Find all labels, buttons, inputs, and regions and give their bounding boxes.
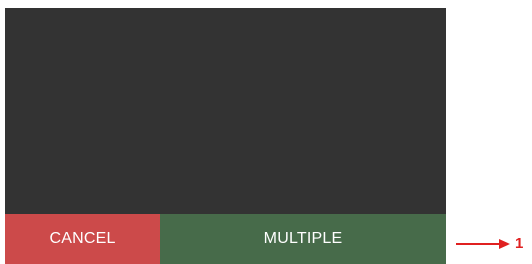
callout-label: 1 bbox=[515, 235, 524, 252]
action-bar: CANCEL MULTIPLE bbox=[5, 214, 446, 264]
callout-annotation: 1 bbox=[456, 234, 523, 254]
app-screen: CANCEL MULTIPLE bbox=[5, 8, 446, 264]
figure: CANCEL MULTIPLE 1 bbox=[0, 0, 532, 264]
arrow-right-icon bbox=[456, 239, 510, 249]
multiple-button[interactable]: MULTIPLE bbox=[160, 214, 446, 264]
cancel-button[interactable]: CANCEL bbox=[5, 214, 160, 264]
